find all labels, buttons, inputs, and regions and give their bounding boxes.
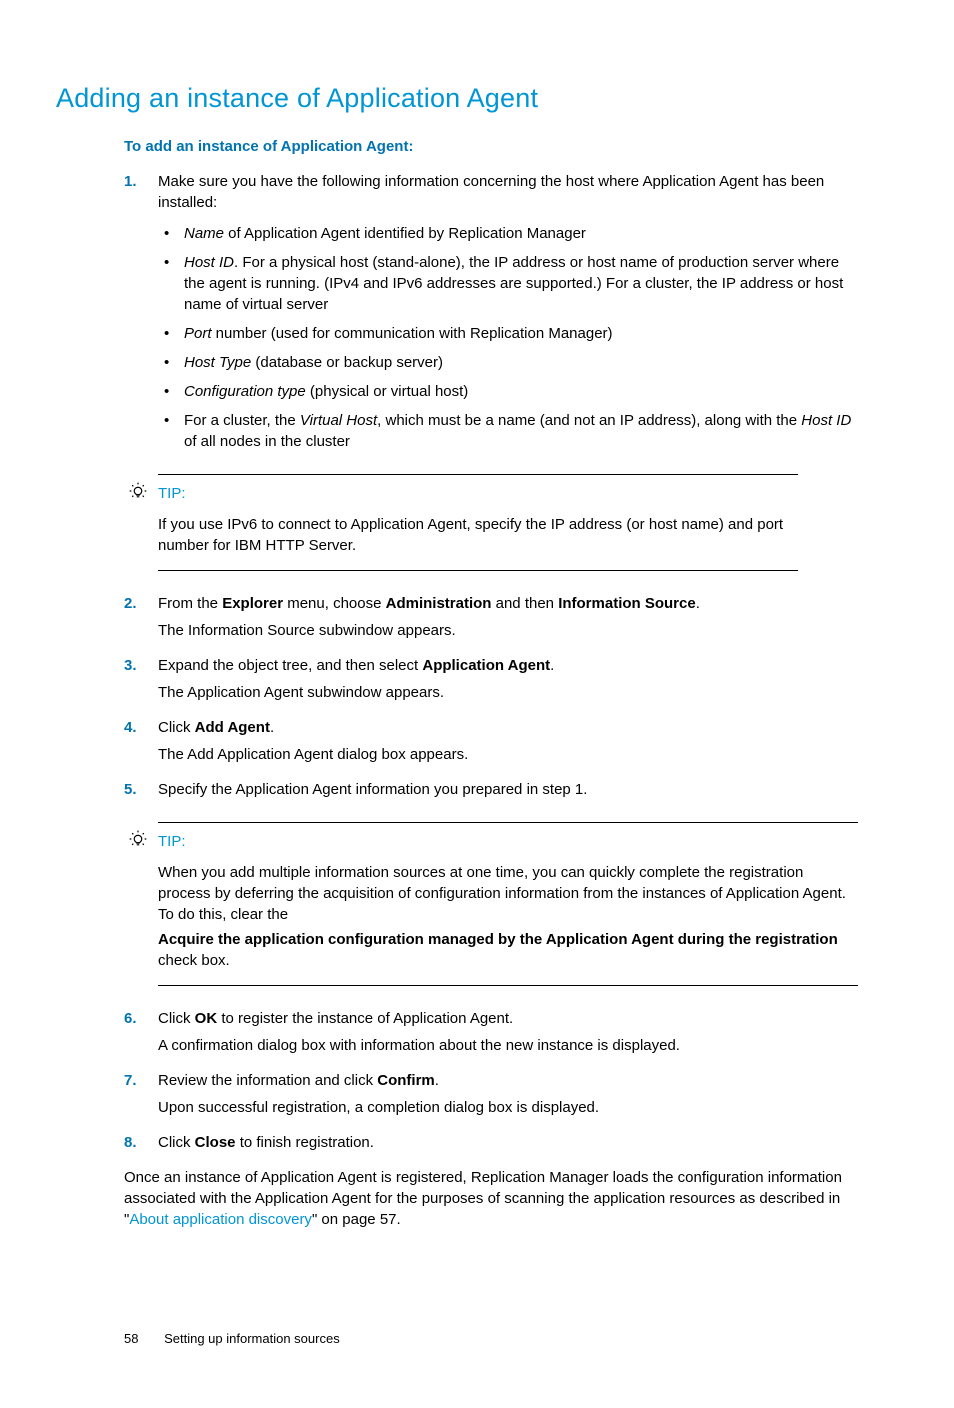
step-text: Click [158,1134,195,1151]
tip-text: If you use IPv6 to connect to Applicatio… [158,514,798,556]
closing-paragraph: Once an instance of Application Agent is… [124,1167,858,1230]
tip-icon [128,829,148,849]
term-host-type: Host Type [184,354,251,371]
step-text: . [270,719,274,736]
page-title: Adding an instance of Application Agent [56,80,858,118]
page-number: 58 [124,1330,138,1348]
term-host-id: Host ID [801,412,851,429]
step-result: The Information Source subwindow appears… [158,620,858,641]
step-result: A confirmation dialog box with informati… [158,1035,858,1056]
tip-text: check box. [158,952,230,969]
tip-label: TIP: [158,831,186,852]
bullet-text: of Application Agent identified by Repli… [224,225,586,242]
step-text: From the [158,595,222,612]
step-text: Review the information and click [158,1072,377,1089]
step-number: 3. [124,655,148,676]
step-text: menu, choose [283,595,386,612]
step-number: 8. [124,1132,148,1153]
term-information-source: Information Source [558,595,696,612]
step-result: The Add Application Agent dialog box app… [158,744,858,765]
step-number: 1. [124,171,148,192]
step-number: 2. [124,593,148,614]
tip-icon [128,481,148,501]
step-4: 4. Click Add Agent. The Add Application … [124,717,858,765]
step-8: 8. Click Close to finish registration. [124,1132,858,1153]
step-5: 5. Specify the Application Agent informa… [124,779,858,800]
bullet-text: (physical or virtual host) [306,383,469,400]
step-text: . [696,595,700,612]
step-text: Expand the object tree, and then select [158,657,422,674]
tip-text-bold: Acquire the application configuration ma… [158,929,858,971]
bullet-virtual-host: For a cluster, the Virtual Host, which m… [158,410,858,452]
bullet-port: Port number (used for communication with… [158,323,858,344]
step-6: 6. Click OK to register the instance of … [124,1008,858,1056]
step-text: . [435,1072,439,1089]
bullet-config-type: Configuration type (physical or virtual … [158,381,858,402]
intro-text: To add an instance of Application Agent: [124,136,858,157]
step-3: 3. Expand the object tree, and then sele… [124,655,858,703]
term-confirm: Confirm [377,1072,435,1089]
term-port: Port [184,325,212,342]
step-7: 7. Review the information and click Conf… [124,1070,858,1118]
step-result: The Application Agent subwindow appears. [158,682,858,703]
term-add-agent: Add Agent [195,719,270,736]
step-text: to finish registration. [236,1134,374,1151]
content-body: To add an instance of Application Agent:… [124,136,858,1348]
term-explorer: Explorer [222,595,283,612]
step-number: 4. [124,717,148,738]
step-number: 7. [124,1070,148,1091]
step-text: to register the instance of Application … [217,1010,513,1027]
term-name: Name [184,225,224,242]
tip-block-1: TIP: If you use IPv6 to connect to Appli… [124,474,798,571]
bullet-text: , which must be a name (and not an IP ad… [377,412,801,429]
tip-label: TIP: [158,483,186,504]
bullet-text: For a cluster, the [184,412,300,429]
term-ok: OK [195,1010,218,1027]
step-text: Make sure you have the following informa… [158,173,824,211]
step-text: Click [158,1010,195,1027]
step-text: Specify the Application Agent informatio… [158,781,587,798]
term-host-id: Host ID [184,254,234,271]
tip-block-2: TIP: When you add multiple information s… [124,822,858,986]
step-result: Upon successful registration, a completi… [158,1097,858,1118]
step-text: . [550,657,554,674]
step-2: 2. From the Explorer menu, choose Admini… [124,593,858,641]
step-number: 5. [124,779,148,800]
page-footer: 58 Setting up information sources [124,1330,858,1348]
bullet-host-id: Host ID. For a physical host (stand-alon… [158,252,858,315]
term-close: Close [195,1134,236,1151]
tip-text: When you add multiple information source… [158,862,858,925]
step-1: 1. Make sure you have the following info… [124,171,858,452]
bullet-text: . For a physical host (stand-alone), the… [184,254,843,313]
term-config-type: Configuration type [184,383,306,400]
link-about-app-discovery[interactable]: About application discovery [129,1211,312,1228]
step-text: Click [158,719,195,736]
bullet-text: of all nodes in the cluster [184,433,350,450]
bullet-name: Name of Application Agent identified by … [158,223,858,244]
closing-text: " on page 57. [312,1211,401,1228]
term-administration: Administration [386,595,492,612]
term-virtual-host: Virtual Host [300,412,377,429]
footer-section: Setting up information sources [164,1331,340,1346]
term-application-agent: Application Agent [422,657,550,674]
bullet-host-type: Host Type (database or backup server) [158,352,858,373]
step-number: 6. [124,1008,148,1029]
term-acquire-config: Acquire the application configuration ma… [158,931,838,948]
step-text: and then [491,595,558,612]
bullet-text: (database or backup server) [251,354,443,371]
bullet-text: number (used for communication with Repl… [212,325,613,342]
